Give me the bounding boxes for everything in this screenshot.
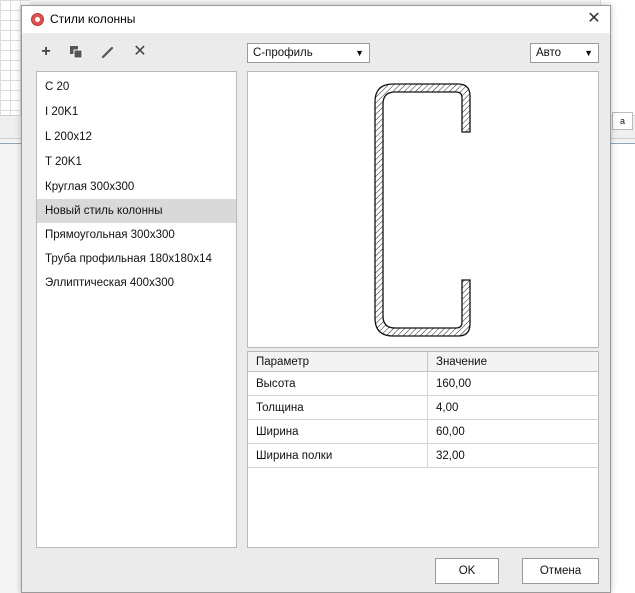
background-right-panel [608,144,635,593]
list-item[interactable]: Круглая 300x300 [37,175,236,199]
add-style-button[interactable]: + [36,42,56,62]
profile-type-value: С-профиль [253,47,313,59]
parameter-value[interactable]: 60,00 [428,420,598,443]
list-item-selected[interactable]: Новый стиль колонны [37,199,236,223]
copy-icon [70,46,83,59]
table-row[interactable]: Толщина 4,00 [248,396,598,420]
parameter-name: Ширина [248,420,428,443]
list-item[interactable]: Эллиптическая 400x300 [37,271,236,295]
styles-list[interactable]: C 20 I 20K1 L 200x12 T 20K1 Круглая 300x… [36,71,237,548]
c-profile-drawing [374,83,471,337]
scale-value: Авто [536,47,562,59]
chevron-down-icon: ▼ [584,48,593,58]
scale-select[interactable]: Авто ▼ [530,43,599,63]
chevron-down-icon: ▼ [355,48,364,58]
parameter-value[interactable]: 32,00 [428,444,598,467]
list-item[interactable]: T 20K1 [37,150,236,174]
table-header-row: Параметр Значение [248,352,598,372]
cancel-button[interactable]: Отмена [522,558,599,584]
list-item[interactable]: Труба профильная 180x180x14 [37,247,236,271]
pencil-icon [101,46,114,59]
background-right-input[interactable]: a [612,112,633,130]
parameters-table: Параметр Значение Высота 160,00 Толщина … [247,351,599,548]
table-row[interactable]: Высота 160,00 [248,372,598,396]
list-item[interactable]: I 20K1 [37,100,236,124]
parameter-value[interactable]: 4,00 [428,396,598,419]
list-item[interactable]: Прямоугольная 300x300 [37,223,236,247]
parameter-name: Толщина [248,396,428,419]
column-header-parameter: Параметр [248,352,428,371]
list-item[interactable]: L 200x12 [37,125,236,149]
close-button[interactable]: ✕ [584,9,604,29]
parameter-name: Высота [248,372,428,395]
parameter-name: Ширина полки [248,444,428,467]
column-header-value: Значение [436,355,487,368]
column-styles-dialog: Стили колонны ✕ + ✕ C 20 I 20K1 L 200x12… [21,5,611,593]
profile-type-select[interactable]: С-профиль ▼ [247,43,370,63]
delete-style-button[interactable]: ✕ [130,42,150,62]
list-item[interactable]: C 20 [37,75,236,99]
app-logo-icon [31,13,44,26]
dialog-titlebar: Стили колонны ✕ [22,6,610,33]
profile-preview [247,71,599,348]
edit-style-button[interactable] [98,42,118,62]
copy-style-button[interactable] [66,42,86,62]
table-row[interactable]: Ширина 60,00 [248,420,598,444]
parameter-value[interactable]: 160,00 [428,372,598,395]
dialog-title: Стили колонны [50,12,136,26]
table-row[interactable]: Ширина полки 32,00 [248,444,598,468]
ok-button[interactable]: OK [435,558,499,584]
